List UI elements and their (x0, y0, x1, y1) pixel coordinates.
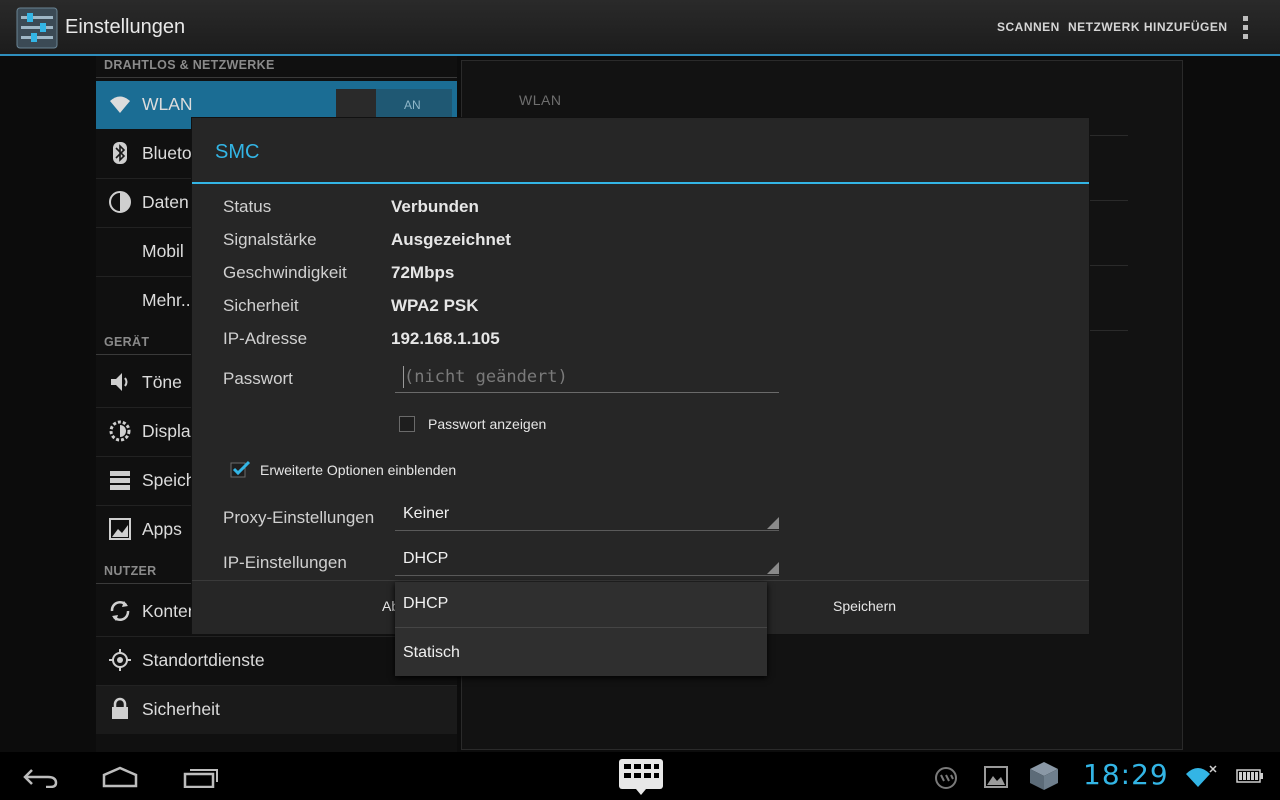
save-button[interactable]: Speichern (833, 598, 896, 614)
sidebar-item-label: Sicherheit (142, 699, 220, 719)
wifi-pane-header: WLAN (519, 92, 562, 108)
show-password-label: Passwort anzeigen (428, 416, 547, 432)
scan-button[interactable]: SCANNEN (997, 20, 1060, 34)
action-bar: Einstellungen SCANNEN NETZWERK HINZUFÜGE… (0, 0, 1280, 56)
sidebar-item-label: Apps (142, 519, 182, 539)
app-update-icon[interactable] (1028, 760, 1060, 792)
dialog-title-divider (192, 182, 1089, 184)
settings-app-icon[interactable] (16, 7, 58, 49)
dialog-button-divider (192, 580, 1089, 581)
option-label: Statisch (403, 644, 460, 661)
toggle-state: AN (404, 98, 421, 112)
add-network-button[interactable]: NETZWERK HINZUFÜGEN (1068, 20, 1228, 34)
ip-settings-dropdown: DHCP Statisch (395, 582, 767, 676)
overflow-menu-icon[interactable] (1243, 16, 1253, 42)
show-password-checkbox[interactable] (399, 416, 415, 432)
proxy-spinner[interactable]: Keiner (395, 500, 779, 531)
data-usage-icon (109, 191, 131, 213)
password-label: Passwort (223, 369, 293, 388)
security-label: Sicherheit (223, 296, 299, 315)
volume-icon (111, 373, 128, 391)
ip-settings-spinner[interactable]: DHCP (395, 545, 779, 576)
status-label: Status (223, 197, 272, 216)
lock-icon (112, 697, 128, 719)
ip-settings-label: IP-Einstellungen (223, 553, 347, 572)
ip-settings-value: DHCP (403, 550, 449, 567)
security-value: WPA2 PSK (391, 296, 479, 315)
dropdown-option-dhcp[interactable]: DHCP (395, 582, 767, 628)
password-placeholder: (nicht geändert) (404, 367, 568, 387)
apps-icon (109, 518, 131, 540)
battery-icon[interactable] (1236, 768, 1264, 784)
proxy-label: Proxy-Einstellungen (223, 508, 375, 527)
location-icon (109, 649, 131, 671)
clock[interactable]: 18:29 (1083, 758, 1169, 791)
section-divider (96, 77, 457, 78)
app-title: Einstellungen (65, 16, 186, 38)
sidebar-item-label: Töne (142, 372, 182, 392)
sidebar-item-label: Displa (142, 421, 191, 441)
home-icon[interactable] (101, 766, 139, 788)
sidebar-item-label: Konten (142, 601, 198, 621)
sync-icon (110, 601, 130, 621)
spinner-arrow-icon (767, 517, 779, 529)
speed-value: 72Mbps (391, 263, 455, 282)
wlan-toggle[interactable]: AN (336, 89, 452, 121)
status-value: Verbunden (391, 197, 479, 216)
dialog-title: SMC (215, 141, 260, 163)
section-user: NUTZER (104, 564, 157, 578)
sidebar-item-label: Daten (142, 192, 189, 212)
dropdown-option-static[interactable]: Statisch (395, 631, 767, 677)
signal-label: Signalstärke (223, 230, 317, 249)
sidebar-item-label: Standortdienste (142, 650, 265, 670)
sidebar-item-label: Mobil (142, 241, 184, 261)
sidebar-item-label: WLAN (142, 94, 193, 114)
sidebar-item-label: Speich (142, 470, 196, 490)
show-advanced-checkbox[interactable] (230, 460, 252, 478)
brightness-icon (109, 420, 131, 442)
signal-value: Ausgezeichnet (391, 230, 511, 249)
recent-apps-icon[interactable] (182, 766, 220, 788)
show-advanced-label: Erweiterte Optionen einblenden (260, 462, 457, 478)
ip-address-value: 192.168.1.105 (391, 329, 500, 348)
ip-address-label: IP-Adresse (223, 329, 308, 348)
wifi-signal-icon[interactable] (1184, 764, 1220, 788)
app-drawer-icon[interactable] (618, 758, 664, 796)
section-device: GERÄT (104, 335, 150, 349)
bluetooth-icon (113, 142, 127, 164)
sidebar-item-security[interactable]: Sicherheit (96, 686, 457, 734)
wifi-icon (110, 96, 130, 113)
storage-icon (110, 471, 130, 490)
speed-label: Geschwindigkeit (223, 263, 347, 282)
notification-status-icon[interactable] (934, 766, 958, 790)
screenshot-notification-icon[interactable] (984, 766, 1008, 788)
back-icon[interactable] (22, 766, 60, 788)
spinner-arrow-icon (767, 562, 779, 574)
sidebar-item-label: Mehr.. (142, 290, 191, 310)
sidebar-item-label: Blueto (142, 143, 192, 163)
proxy-value: Keiner (403, 505, 450, 522)
password-input[interactable]: (nicht geändert) (395, 362, 779, 393)
section-wireless: DRAHTLOS & NETZWERKE (104, 58, 275, 72)
option-label: DHCP (403, 595, 449, 612)
